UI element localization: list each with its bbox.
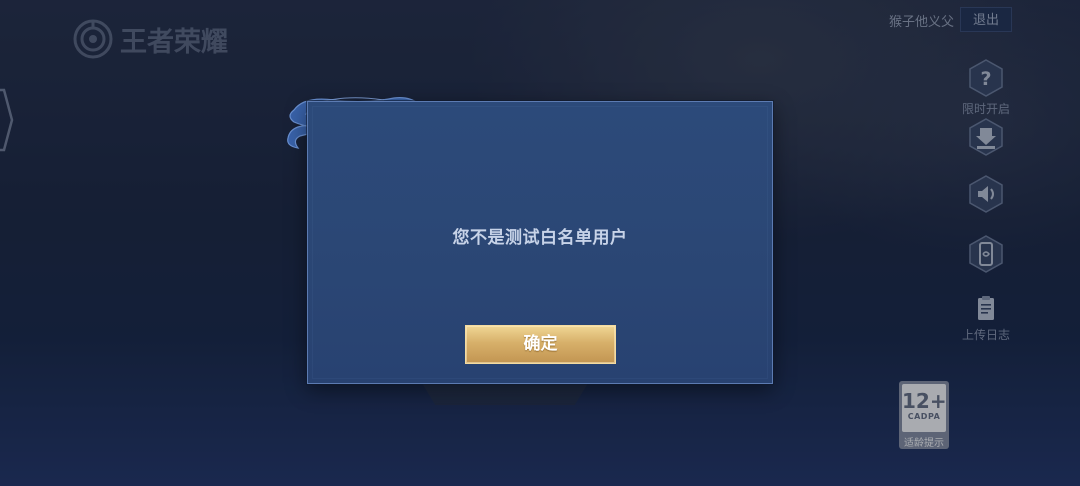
game-login-screen: 王者荣耀 猴子他义父 退出 ? 限时开启 上传日志 12+ CADPA 适龄提示… bbox=[0, 0, 1080, 486]
confirm-button[interactable]: 确定 bbox=[465, 325, 616, 364]
dialog-message: 您不是测试白名单用户 bbox=[452, 228, 628, 248]
alert-dialog: 您不是测试白名单用户 确定 bbox=[307, 101, 773, 384]
